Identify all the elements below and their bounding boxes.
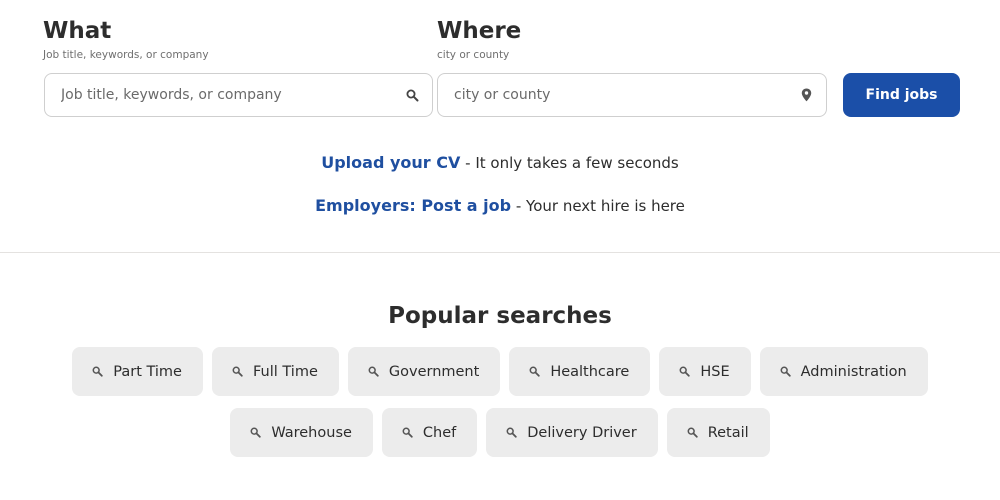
popular-search-pill[interactable]: Government	[347, 347, 501, 396]
employers-promo: Employers: Post a job - Your next hire i…	[0, 196, 1000, 215]
search-icon	[92, 366, 103, 377]
upload-cv-text: - It only takes a few seconds	[460, 154, 679, 172]
popular-search-pill[interactable]: Delivery Driver	[486, 408, 658, 457]
search-icon	[250, 427, 262, 438]
employers-text: - Your next hire is here	[511, 197, 685, 215]
find-jobs-button[interactable]: Find jobs	[843, 73, 960, 117]
search-icon	[687, 427, 698, 438]
popular-search-pill[interactable]: Retail	[666, 408, 770, 457]
popular-search-pill[interactable]: Warehouse	[230, 408, 373, 457]
where-subtitle: city or county	[437, 49, 510, 61]
search-icon	[232, 366, 243, 377]
where-input-box[interactable]	[437, 73, 827, 117]
what-title: What	[43, 18, 112, 44]
what-input[interactable]	[45, 74, 392, 116]
search-icon	[506, 427, 517, 438]
pill-label: Government	[388, 363, 480, 380]
popular-search-pill[interactable]: Full Time	[211, 347, 339, 396]
what-input-box[interactable]	[44, 73, 433, 117]
search-icon	[402, 427, 413, 438]
where-title: Where	[437, 18, 522, 44]
pill-label: HSE	[700, 363, 730, 380]
popular-search-pill[interactable]: Healthcare	[509, 347, 651, 396]
popular-searches-title: Popular searches	[388, 303, 612, 329]
popular-search-pill[interactable]: Chef	[381, 408, 478, 457]
popular-search-pill[interactable]: Administration	[759, 347, 928, 396]
pill-label: Retail	[707, 424, 749, 441]
pill-label: Delivery Driver	[527, 424, 637, 441]
pill-label: Part Time	[113, 363, 182, 380]
popular-search-pill[interactable]: HSE	[659, 347, 751, 396]
search-icon	[780, 366, 791, 377]
popular-searches-row-2: Warehouse Chef Delivery Driver Retail	[0, 408, 1000, 457]
search-icon	[529, 366, 541, 377]
employers-post-job-link[interactable]: Employers: Post a job	[315, 196, 511, 215]
upload-cv-promo: Upload your CV - It only takes a few sec…	[0, 153, 1000, 172]
search-icon	[368, 366, 379, 377]
pill-label: Warehouse	[271, 424, 352, 441]
section-divider	[0, 252, 1000, 253]
upload-cv-link[interactable]: Upload your CV	[321, 153, 460, 172]
pill-label: Chef	[422, 424, 457, 441]
search-icon	[679, 366, 691, 377]
pill-label: Full Time	[252, 363, 318, 380]
pill-label: Healthcare	[550, 363, 630, 380]
location-pin-icon	[786, 74, 826, 116]
pill-label: Administration	[800, 363, 907, 380]
popular-search-pill[interactable]: Part Time	[72, 347, 203, 396]
where-field-header: Where city or county	[437, 18, 827, 61]
search-icon[interactable]	[392, 74, 432, 116]
popular-searches-row-1: Part Time Full Time Government Healthcar…	[0, 347, 1000, 396]
what-field-header: What Job title, keywords, or company	[43, 18, 433, 61]
where-input[interactable]	[438, 74, 786, 116]
what-subtitle: Job title, keywords, or company	[43, 49, 209, 61]
